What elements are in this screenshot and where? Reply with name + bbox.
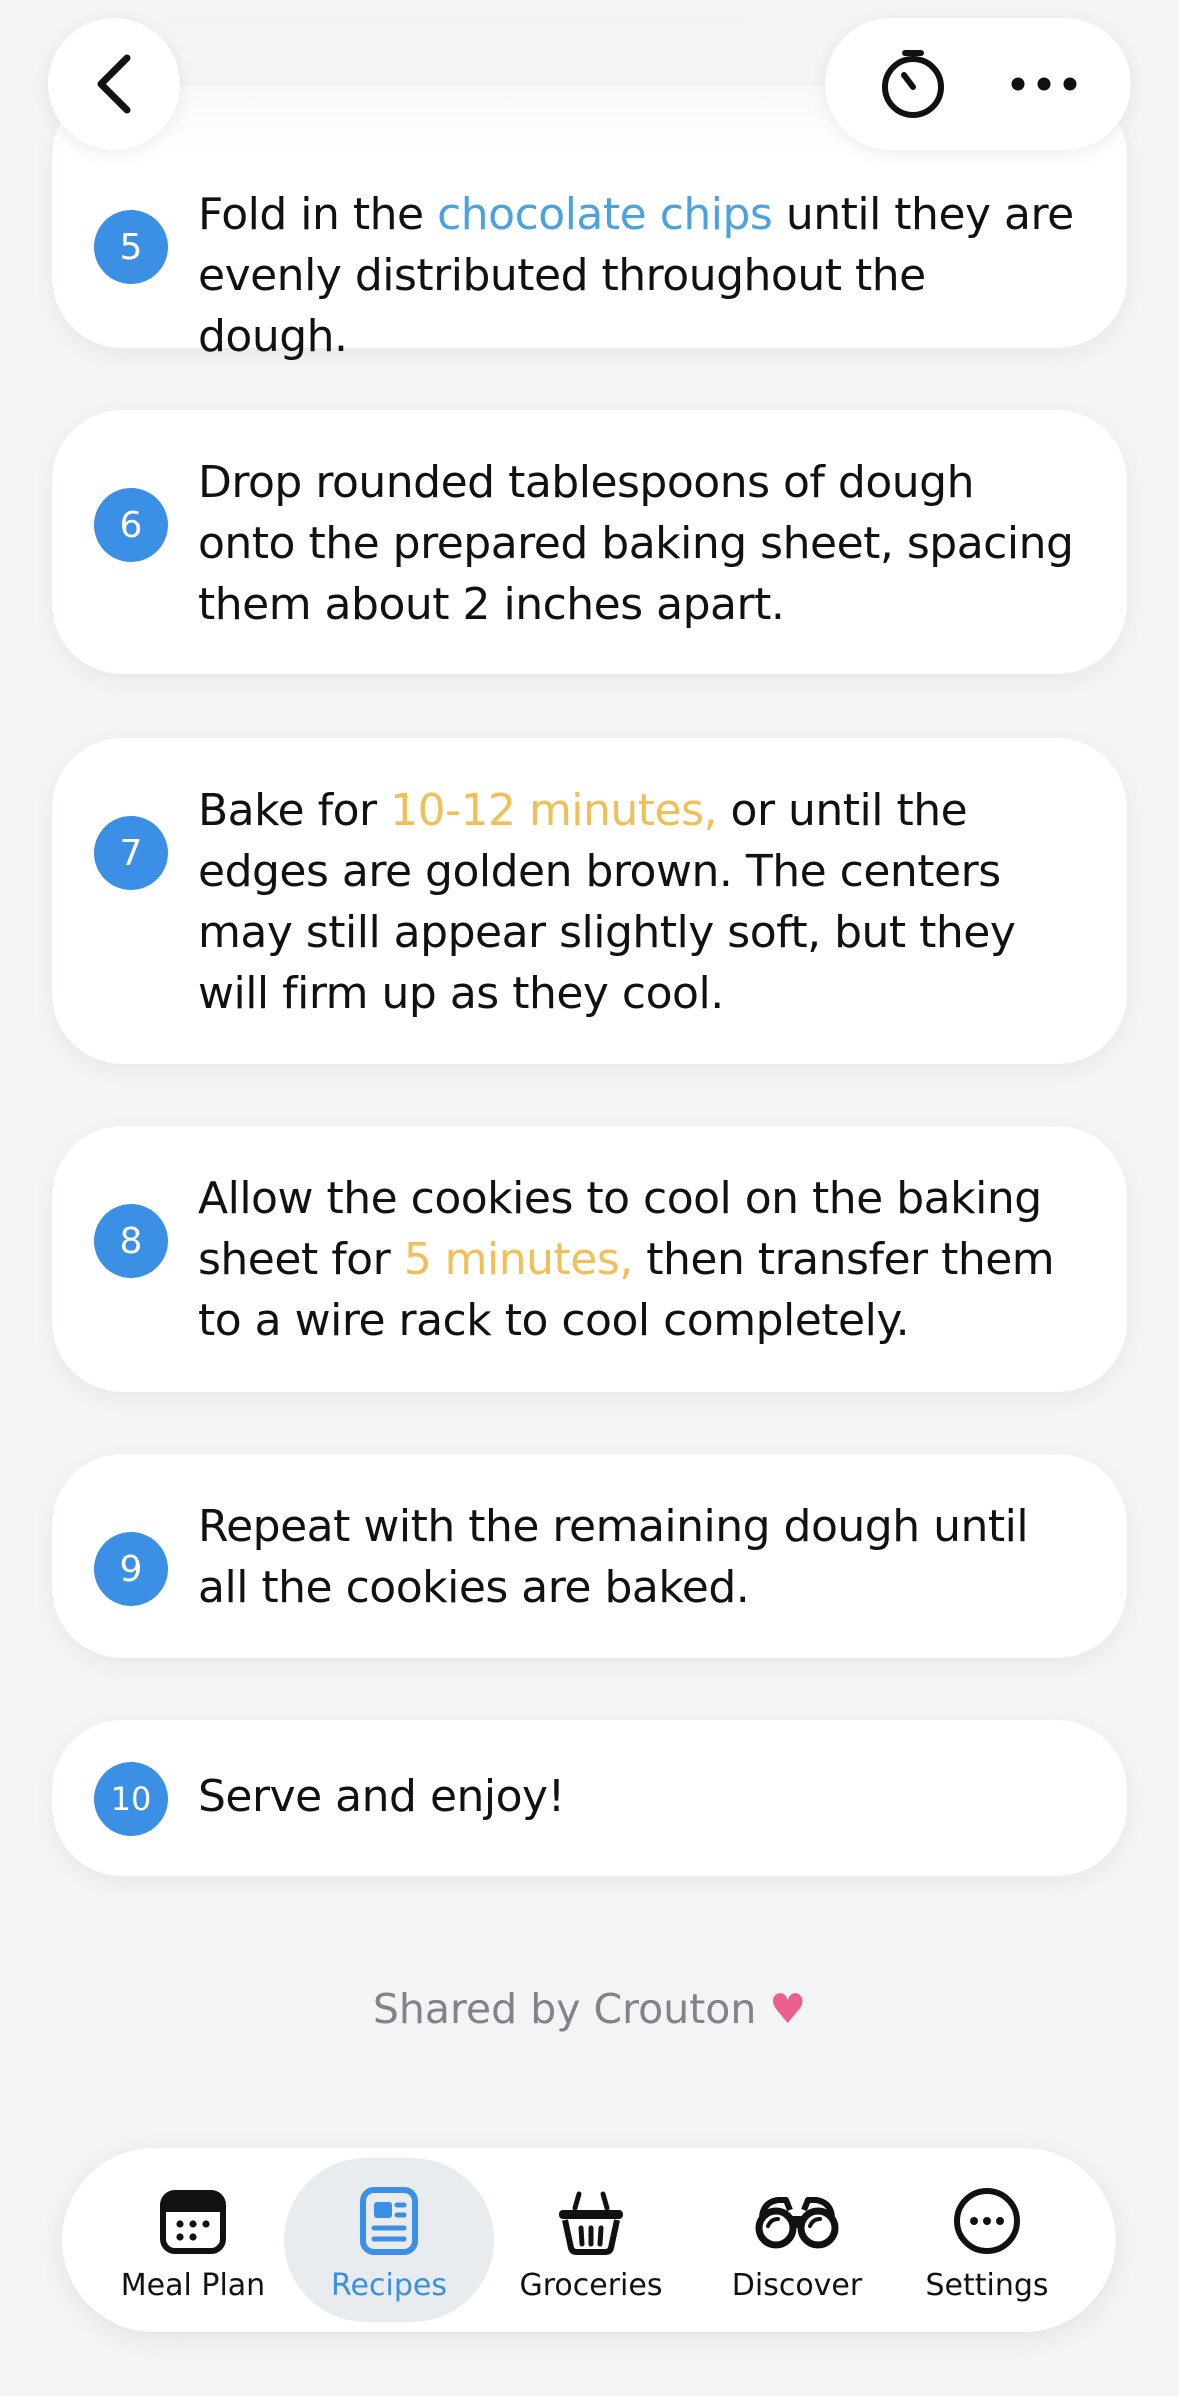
shared-by-text: Shared by Crouton: [372, 1985, 757, 2033]
basket-icon: [559, 2191, 623, 2255]
step-number-badge: 6: [94, 488, 168, 562]
tab-recipes[interactable]: Recipes: [284, 2158, 494, 2322]
tab-meal-plan[interactable]: Meal Plan: [88, 2158, 298, 2322]
timer-button[interactable]: [858, 29, 968, 139]
step-text-part: Bake for: [198, 785, 391, 836]
more-button[interactable]: [989, 29, 1099, 139]
step-text-part: Drop rounded tablespoons of dough onto t…: [198, 457, 1074, 630]
timer-link[interactable]: 5 minutes,: [404, 1234, 634, 1285]
tab-label: Groceries: [519, 2268, 663, 2303]
calendar-icon: [160, 2190, 226, 2254]
chevron-left-icon: [97, 54, 131, 114]
tab-label: Recipes: [331, 2268, 447, 2303]
header-actions: [825, 18, 1131, 150]
step-text: Bake for 10-12 minutes, or until the edg…: [198, 780, 1077, 1024]
step-number-badge: 7: [94, 816, 168, 890]
heart-icon: ♥: [769, 1985, 807, 2033]
step-number-badge: 5: [94, 210, 168, 284]
back-button[interactable]: [48, 18, 180, 150]
tab-settings[interactable]: Settings: [882, 2158, 1092, 2322]
step-card: 7 Bake for 10-12 minutes, or until the e…: [52, 738, 1127, 1064]
step-card: 8 Allow the cookies to cool on the bakin…: [52, 1126, 1127, 1392]
step-text-part: Fold in the: [198, 189, 438, 240]
tab-bar: Meal Plan Recipes Groceries Discover Set…: [62, 2148, 1116, 2332]
tab-groceries[interactable]: Groceries: [486, 2158, 696, 2322]
step-card: 9 Repeat with the remaining dough until …: [52, 1454, 1127, 1658]
step-text: Repeat with the remaining dough until al…: [198, 1496, 1077, 1618]
step-number-badge: 9: [94, 1532, 168, 1606]
tab-label: Meal Plan: [120, 2268, 266, 2303]
step-card: 10 Serve and enjoy!: [52, 1720, 1127, 1876]
top-strip: [160, 0, 750, 24]
tab-label: Settings: [925, 2268, 1049, 2303]
recipe-card-icon: [360, 2187, 418, 2255]
tab-label: Discover: [731, 2268, 863, 2303]
step-text-part: Repeat with the remaining dough until al…: [198, 1501, 1029, 1613]
step-card: 6 Drop rounded tablespoons of dough onto…: [52, 410, 1127, 674]
tab-discover[interactable]: Discover: [692, 2158, 902, 2322]
step-text-part: Serve and enjoy!: [198, 1771, 565, 1822]
step-text: Serve and enjoy!: [198, 1762, 1077, 1832]
step-number-badge: 10: [94, 1762, 168, 1836]
recipe-steps-screen: 5 Fold in the chocolate chips until they…: [0, 0, 1179, 2396]
timer-link[interactable]: 10-12 minutes,: [390, 785, 717, 836]
binoculars-icon: [755, 2197, 839, 2249]
step-text: Drop rounded tablespoons of dough onto t…: [198, 452, 1077, 635]
ellipsis-icon: [1011, 77, 1076, 91]
shared-by-label: Shared by Crouton ♥: [0, 1985, 1179, 2033]
ellipsis-circle-icon: [954, 2188, 1020, 2254]
step-text: Allow the cookies to cool on the baking …: [198, 1168, 1077, 1351]
step-number-badge: 8: [94, 1204, 168, 1278]
timer-icon: [881, 50, 944, 118]
step-text: Fold in the chocolate chips until they a…: [198, 184, 1077, 367]
ingredient-link[interactable]: chocolate chips: [437, 189, 773, 240]
